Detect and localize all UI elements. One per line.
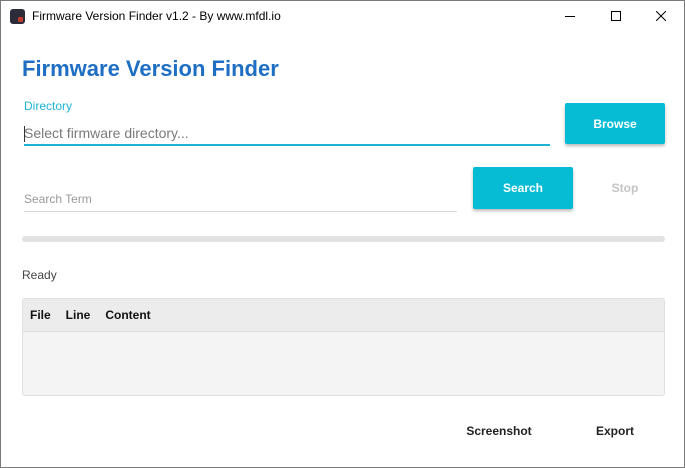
- search-term-input[interactable]: [24, 186, 457, 212]
- screenshot-button[interactable]: Screenshot: [456, 421, 542, 441]
- export-button[interactable]: Export: [585, 421, 645, 441]
- minimize-button[interactable]: [547, 1, 593, 31]
- column-header-file[interactable]: File: [30, 308, 51, 322]
- directory-label: Directory: [24, 99, 73, 113]
- maximize-button[interactable]: [593, 1, 639, 31]
- app-icon: [10, 9, 25, 24]
- close-button[interactable]: [638, 1, 684, 31]
- browse-button[interactable]: Browse: [565, 103, 665, 144]
- maximize-icon: [611, 11, 621, 21]
- column-header-content[interactable]: Content: [105, 308, 150, 322]
- progress-bar: [22, 236, 665, 242]
- stop-button[interactable]: Stop: [605, 181, 645, 195]
- page-title: Firmware Version Finder: [22, 56, 279, 81]
- minimize-icon: [565, 16, 575, 17]
- column-header-line[interactable]: Line: [66, 308, 91, 322]
- results-table[interactable]: File Line Content: [22, 298, 665, 396]
- app-window: Firmware Version Finder v1.2 - By www.mf…: [0, 0, 685, 468]
- text-caret: [24, 126, 25, 142]
- status-text: Ready: [22, 268, 57, 282]
- close-icon: [656, 11, 666, 21]
- window-title: Firmware Version Finder v1.2 - By www.mf…: [32, 9, 281, 23]
- results-table-header: File Line Content: [23, 299, 664, 332]
- search-button[interactable]: Search: [473, 167, 573, 209]
- directory-input[interactable]: [24, 122, 550, 146]
- title-bar[interactable]: Firmware Version Finder v1.2 - By www.mf…: [1, 1, 684, 31]
